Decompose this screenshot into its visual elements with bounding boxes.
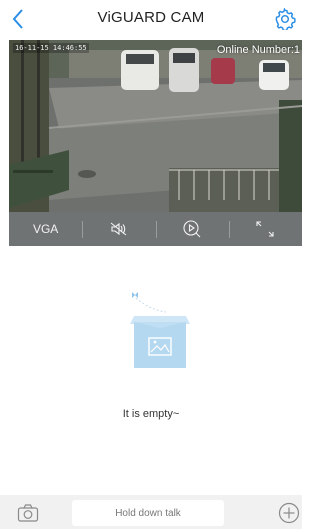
camera-scene: [9, 40, 302, 212]
gear-icon: [275, 8, 296, 30]
online-count: Online Number:1: [216, 44, 300, 56]
video-control-bar: VGA: [9, 212, 302, 246]
camera-icon: [17, 504, 39, 522]
back-button[interactable]: [4, 4, 32, 34]
bottom-toolbar: Hold down talk: [0, 495, 302, 529]
camera-live-view[interactable]: 16-11-15 14:46:55 Online Number:1: [9, 40, 302, 212]
hold-to-talk-button[interactable]: Hold down talk: [72, 500, 224, 526]
mute-button[interactable]: [82, 212, 155, 246]
empty-box-illustration: [124, 288, 196, 378]
speaker-muted-icon: [110, 222, 127, 236]
empty-box-icon: [130, 292, 190, 368]
playback-button[interactable]: [155, 212, 229, 246]
snapshot-button[interactable]: [17, 503, 39, 523]
add-button[interactable]: [278, 502, 300, 524]
plus-circle-icon: [278, 502, 300, 524]
app-header: ViGUARD CAM: [0, 0, 302, 40]
chevron-left-icon: [12, 9, 23, 29]
fullscreen-button[interactable]: [228, 212, 302, 246]
settings-button[interactable]: [270, 4, 300, 34]
expand-icon: [256, 221, 274, 237]
playback-search-icon: [183, 220, 201, 238]
video-timestamp: 16-11-15 14:46:55: [13, 43, 89, 53]
page-title: ViGUARD CAM: [97, 9, 205, 26]
empty-state-message: It is empty~: [122, 408, 180, 420]
resolution-button[interactable]: VGA: [9, 212, 82, 246]
